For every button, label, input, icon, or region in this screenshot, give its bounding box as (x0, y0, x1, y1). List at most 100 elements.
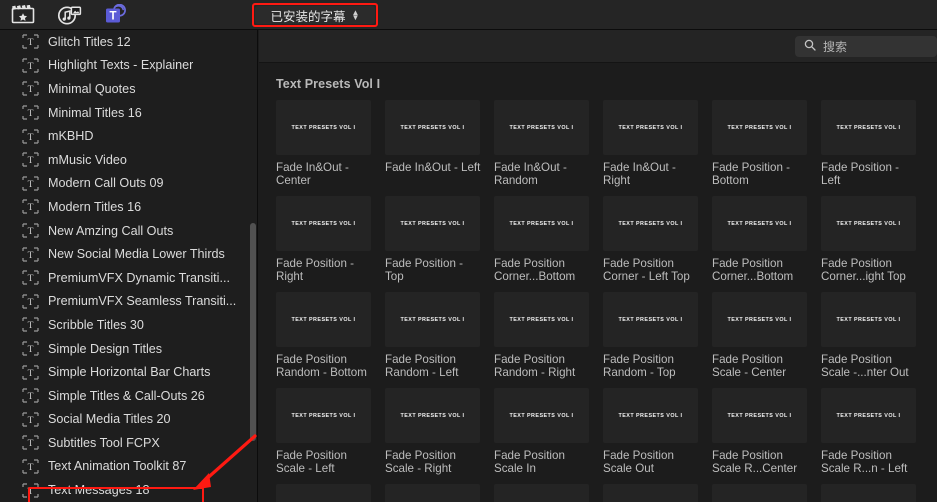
preset-cell[interactable]: TEXT PRESETS VOL I Fade In&Out - Right (603, 100, 712, 196)
preset-thumbnail[interactable]: TEXT PRESETS VOL I (276, 388, 371, 443)
preset-cell[interactable]: TEXT PRESETS VOL I (821, 484, 930, 502)
sidebar-item[interactable]: T Glitch Titles 12 (0, 30, 257, 54)
preset-thumbnail[interactable]: TEXT PRESETS VOL I (385, 388, 480, 443)
sidebar-item[interactable]: T Highlight Texts - Explainer (0, 54, 257, 78)
sidebar-item[interactable]: T Simple Titles & Call-Outs 26 (0, 384, 257, 408)
preset-thumbnail[interactable]: TEXT PRESETS VOL I (603, 388, 698, 443)
search-field[interactable]: 搜索 (795, 36, 937, 57)
sidebar-item[interactable]: T Modern Titles 16 (0, 195, 257, 219)
preset-cell[interactable]: TEXT PRESETS VOL I Fade Position Scale R.… (712, 388, 821, 484)
preset-cell[interactable]: TEXT PRESETS VOL I (276, 484, 385, 502)
preset-cell[interactable]: TEXT PRESETS VOL I (603, 484, 712, 502)
preset-thumbnail[interactable]: TEXT PRESETS VOL I (821, 292, 916, 347)
preset-thumbnail[interactable]: TEXT PRESETS VOL I (494, 388, 589, 443)
preset-thumbnail[interactable]: TEXT PRESETS VOL I (385, 100, 480, 155)
preset-cell[interactable]: TEXT PRESETS VOL I (494, 484, 603, 502)
preset-cell[interactable]: TEXT PRESETS VOL I Fade In&Out - Random (494, 100, 603, 196)
preset-cell[interactable]: TEXT PRESETS VOL I Fade Position Scale In (494, 388, 603, 484)
preset-thumbnail[interactable]: TEXT PRESETS VOL I (494, 196, 589, 251)
title-generator-icon: T (22, 294, 39, 309)
preset-thumbnail[interactable]: TEXT PRESETS VOL I (494, 292, 589, 347)
preset-thumbnail[interactable]: TEXT PRESETS VOL I (494, 100, 589, 155)
preset-thumbnail[interactable]: TEXT PRESETS VOL I (276, 484, 371, 502)
preset-thumbnail[interactable]: TEXT PRESETS VOL I (603, 292, 698, 347)
preset-thumbnail[interactable]: TEXT PRESETS VOL I (385, 292, 480, 347)
preset-thumbnail[interactable]: TEXT PRESETS VOL I (276, 196, 371, 251)
preset-thumbnail[interactable]: TEXT PRESETS VOL I (603, 196, 698, 251)
title-generator-icon: T (22, 412, 39, 427)
preset-thumbnail-caption: TEXT PRESETS VOL I (400, 316, 465, 323)
preset-thumbnail[interactable]: TEXT PRESETS VOL I (385, 484, 480, 502)
sidebar-item[interactable]: T Text Messages 18 (0, 478, 257, 502)
preset-thumbnail[interactable]: TEXT PRESETS VOL I (494, 484, 589, 502)
preset-cell[interactable]: TEXT PRESETS VOL I Fade Position Random -… (276, 292, 385, 388)
preset-cell[interactable]: TEXT PRESETS VOL I Fade Position Scale Ou… (603, 388, 712, 484)
sidebar-scrollbar[interactable] (250, 223, 256, 441)
preset-thumbnail[interactable]: TEXT PRESETS VOL I (603, 484, 698, 502)
preset-cell[interactable]: TEXT PRESETS VOL I Fade Position - Left (821, 100, 930, 196)
preset-cell[interactable]: TEXT PRESETS VOL I Fade Position - Top (385, 196, 494, 292)
preset-thumbnail-caption: TEXT PRESETS VOL I (727, 124, 792, 131)
preset-thumbnail[interactable]: TEXT PRESETS VOL I (712, 484, 807, 502)
preset-cell[interactable]: TEXT PRESETS VOL I Fade Position Scale - … (276, 388, 385, 484)
sidebar-item[interactable]: T New Amzing Call Outs (0, 219, 257, 243)
svg-text:T: T (28, 38, 34, 48)
preset-thumbnail[interactable]: TEXT PRESETS VOL I (712, 388, 807, 443)
sidebar-item[interactable]: T Social Media Titles 20 (0, 408, 257, 432)
preset-thumbnail[interactable]: TEXT PRESETS VOL I (821, 196, 916, 251)
sidebar-item[interactable]: T Simple Horizontal Bar Charts (0, 360, 257, 384)
preset-label: Fade In&Out - Random (494, 161, 567, 188)
preset-cell[interactable]: TEXT PRESETS VOL I Fade In&Out - Left (385, 100, 494, 196)
preset-cell[interactable]: TEXT PRESETS VOL I Fade Position Scale - … (385, 388, 494, 484)
preset-label: Fade Position Random - Right (494, 353, 576, 380)
preset-cell[interactable]: TEXT PRESETS VOL I Fade Position Random -… (385, 292, 494, 388)
preset-cell[interactable]: TEXT PRESETS VOL I (712, 484, 821, 502)
audio-effects-icon[interactable] (56, 4, 82, 26)
preset-cell[interactable]: TEXT PRESETS VOL I Fade Position Scale - … (712, 292, 821, 388)
preset-thumbnail[interactable]: TEXT PRESETS VOL I (712, 196, 807, 251)
video-effects-icon[interactable] (10, 4, 36, 26)
preset-thumbnail-caption: TEXT PRESETS VOL I (836, 124, 901, 131)
preset-thumbnail[interactable]: TEXT PRESETS VOL I (821, 100, 916, 155)
preset-cell[interactable]: TEXT PRESETS VOL I Fade Position Corner -… (603, 196, 712, 292)
svg-text:T: T (28, 369, 34, 379)
preset-cell[interactable]: TEXT PRESETS VOL I Fade In&Out - Center (276, 100, 385, 196)
sidebar-item[interactable]: T Minimal Quotes (0, 77, 257, 101)
preset-thumbnail[interactable]: TEXT PRESETS VOL I (712, 100, 807, 155)
sidebar-item[interactable]: T Text Animation Toolkit 87 (0, 455, 257, 479)
preset-thumbnail[interactable]: TEXT PRESETS VOL I (821, 388, 916, 443)
titles-generators-icon[interactable]: T (102, 4, 128, 26)
installed-titles-popup[interactable]: 已安装的字幕 ▲ ▼ (255, 6, 375, 24)
sidebar-item[interactable]: T Simple Design Titles (0, 337, 257, 361)
preset-thumbnail[interactable]: TEXT PRESETS VOL I (276, 100, 371, 155)
preset-thumbnail[interactable]: TEXT PRESETS VOL I (712, 292, 807, 347)
preset-label: Fade In&Out - Right (603, 161, 676, 188)
preset-thumbnail[interactable]: TEXT PRESETS VOL I (385, 196, 480, 251)
sidebar-item[interactable]: TmKBHD (0, 124, 257, 148)
sidebar-item[interactable]: T Scribble Titles 30 (0, 313, 257, 337)
preset-cell[interactable]: TEXT PRESETS VOL I Fade Position Corner..… (712, 196, 821, 292)
sidebar-item[interactable]: T Subtitles Tool FCPX (0, 431, 257, 455)
preset-cell[interactable]: TEXT PRESETS VOL I Fade Position Random -… (494, 292, 603, 388)
presets-browser-pane: 搜索 Text Presets Vol I TEXT PRESETS VOL I… (259, 30, 937, 502)
preset-thumbnail[interactable]: TEXT PRESETS VOL I (603, 100, 698, 155)
title-generator-icon: T (22, 247, 39, 262)
preset-cell[interactable]: TEXT PRESETS VOL I Fade Position Scale -.… (821, 292, 930, 388)
sidebar-item[interactable]: T PremiumVFX Seamless Transiti... (0, 290, 257, 314)
preset-thumbnail[interactable]: TEXT PRESETS VOL I (821, 484, 916, 502)
preset-cell[interactable]: TEXT PRESETS VOL I Fade Position Corner..… (494, 196, 603, 292)
sidebar-item[interactable]: T Minimal Titles 16 (0, 101, 257, 125)
sidebar-item[interactable]: TmMusic Video (0, 148, 257, 172)
preset-cell[interactable]: TEXT PRESETS VOL I (385, 484, 494, 502)
preset-cell[interactable]: TEXT PRESETS VOL I Fade Position - Right (276, 196, 385, 292)
preset-cell[interactable]: TEXT PRESETS VOL I Fade Position Scale R.… (821, 388, 930, 484)
sidebar-item[interactable]: T Modern Call Outs 09 (0, 172, 257, 196)
sidebar-item[interactable]: T PremiumVFX Dynamic Transiti... (0, 266, 257, 290)
preset-cell[interactable]: TEXT PRESETS VOL I Fade Position - Bottom (712, 100, 821, 196)
preset-cell[interactable]: TEXT PRESETS VOL I Fade Position Random -… (603, 292, 712, 388)
effects-category-sidebar[interactable]: T Glitch Titles 12 T Highlight Texts - Expl… (0, 30, 258, 502)
preset-thumbnail[interactable]: TEXT PRESETS VOL I (276, 292, 371, 347)
sidebar-item[interactable]: T New Social Media Lower Thirds (0, 242, 257, 266)
preset-cell[interactable]: TEXT PRESETS VOL I Fade Position Corner..… (821, 196, 930, 292)
preset-label: Fade Position Random - Bottom (276, 353, 367, 380)
